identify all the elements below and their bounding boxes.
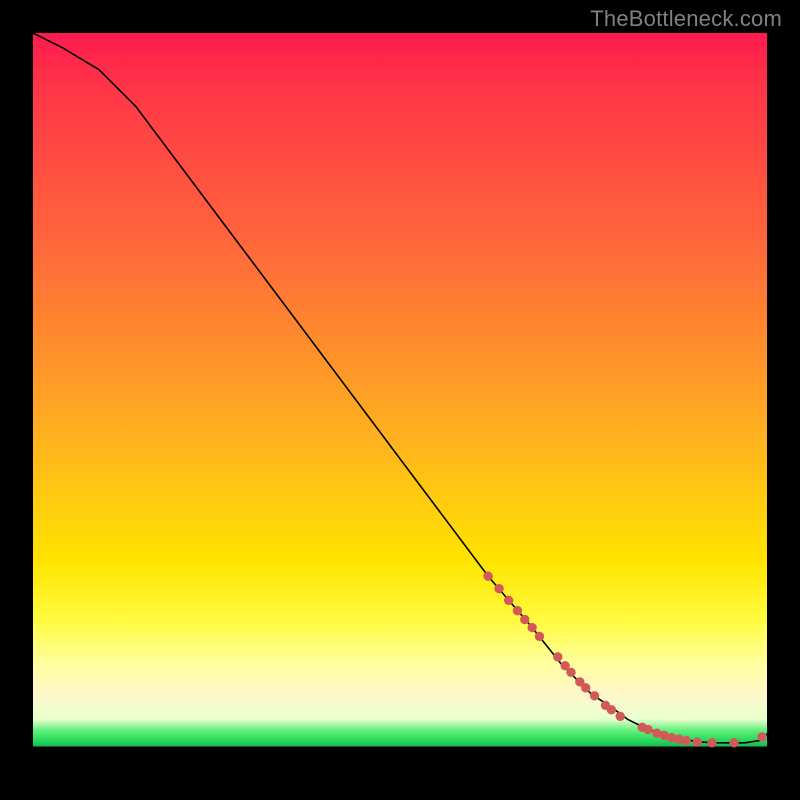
curve-marker xyxy=(520,615,529,624)
curve-marker xyxy=(483,572,492,581)
curve-marker xyxy=(504,596,513,605)
curve-marker xyxy=(616,712,625,721)
watermark-text: TheBottleneck.com xyxy=(590,6,782,32)
bottleneck-curve-line xyxy=(33,33,767,743)
bottleneck-chart xyxy=(33,33,767,767)
curve-marker xyxy=(513,606,522,615)
chart-container: TheBottleneck.com xyxy=(0,0,800,800)
curve-marker xyxy=(528,623,537,632)
curve-marker xyxy=(757,732,766,741)
curve-markers xyxy=(483,572,766,748)
curve-marker xyxy=(729,738,738,747)
curve-marker xyxy=(682,736,691,745)
curve-marker xyxy=(693,737,702,746)
plot-area xyxy=(33,33,767,767)
curve-marker xyxy=(553,652,562,661)
curve-marker xyxy=(535,632,544,641)
curve-marker xyxy=(590,691,599,700)
curve-marker xyxy=(566,668,575,677)
curve-marker xyxy=(494,584,503,593)
curve-marker xyxy=(643,725,652,734)
curve-marker xyxy=(581,683,590,692)
curve-marker xyxy=(707,738,716,747)
curve-marker xyxy=(607,705,616,714)
